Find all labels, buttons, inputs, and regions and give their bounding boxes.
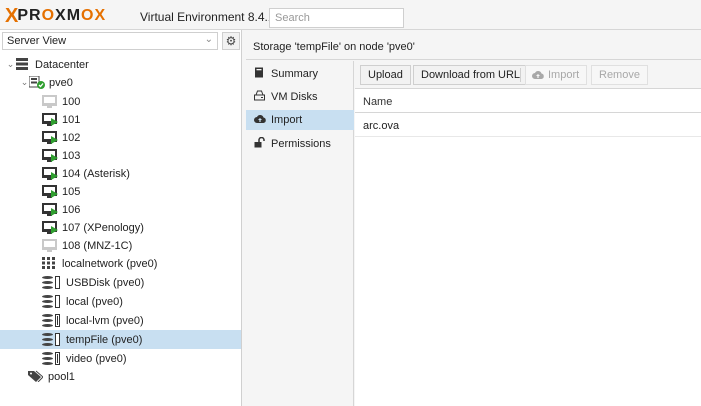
tree-item-label: local-lvm (pve0) (66, 314, 144, 327)
storage-subnav: Summary VM Disks Import Permissions (246, 61, 354, 406)
view-selector-value: Server View (7, 35, 67, 47)
tab-import[interactable]: Import (246, 110, 354, 130)
tree-item-pool1[interactable]: pool1 (0, 367, 241, 386)
tree-item-label: video (pve0) (66, 352, 127, 365)
tree-item-vm-104[interactable]: 104 (Asterisk) (0, 164, 241, 183)
vm-stopped-icon (42, 239, 58, 252)
toolbar-separator (520, 68, 521, 82)
tree-item-label: pool1 (48, 370, 75, 383)
storage-icon (42, 314, 62, 327)
page-title: Storage 'tempFile' on node 'pve0' (246, 30, 701, 60)
vm-running-icon (42, 131, 58, 144)
tree-item-label: 100 (62, 95, 81, 108)
book-icon (254, 67, 271, 81)
tree-item-label: pve0 (49, 76, 73, 89)
tree-item-vm-100[interactable]: 100 (0, 92, 241, 111)
tree-item-datacenter[interactable]: ⌄ Datacenter (0, 55, 241, 74)
tree-item-label: 101 (62, 113, 81, 126)
tree-item-storage-usbdisk[interactable]: USBDisk (pve0) (0, 273, 241, 292)
pool-tag-icon (28, 370, 44, 383)
tab-label: Permissions (271, 138, 331, 150)
storage-icon (42, 333, 62, 346)
storage-icon (42, 295, 62, 308)
tree-item-label: USBDisk (pve0) (66, 276, 145, 289)
import-panel: Upload Download from URL Import Remove N… (355, 61, 701, 406)
tree-item-storage-local[interactable]: local (pve0) (0, 292, 241, 311)
hdd-icon (254, 90, 271, 104)
tree-item-vm-106[interactable]: 106 (0, 200, 241, 219)
tree-item-vm-105[interactable]: 105 (0, 182, 241, 201)
product-version: Virtual Environment 8.4.1 (140, 10, 275, 24)
unlock-icon (254, 136, 271, 151)
tab-label: Summary (271, 68, 319, 80)
tree-item-label: 106 (62, 203, 81, 216)
collapse-icon[interactable]: ⌄ (6, 59, 15, 70)
view-selector[interactable]: Server View ⌄ (2, 32, 218, 50)
tree-item-label: 103 (62, 149, 81, 162)
toolbar: Upload Download from URL Import Remove (355, 61, 701, 89)
proxmox-logo[interactable]: X PROXMOX (5, 4, 105, 27)
logo-x-mark: X (5, 4, 18, 27)
vm-running-icon (42, 221, 58, 234)
tab-label: Import (271, 114, 303, 126)
storage-icon (42, 276, 62, 289)
node-online-icon (28, 75, 45, 89)
column-header-name[interactable]: Name (355, 89, 701, 113)
chevron-down-icon: ⌄ (204, 34, 213, 45)
tree-item-vm-103[interactable]: 103 (0, 146, 241, 165)
cloud-upload-icon (532, 70, 544, 83)
vm-stopped-icon (42, 95, 58, 108)
tree-item-label: 108 (MNZ-1C) (62, 239, 133, 252)
resource-tree-panel: Server View ⌄ ⚙ ⌄ Datacenter ⌄ pve0 100 (0, 30, 242, 406)
tree-item-vm-107[interactable]: 107 (XPenology) (0, 218, 241, 237)
tree-item-label: 107 (XPenology) (62, 221, 144, 234)
storage-icon (42, 352, 62, 365)
import-button[interactable]: Import (525, 65, 588, 85)
search-input[interactable] (269, 8, 404, 28)
tree-item-vm-101[interactable]: 101 (0, 110, 241, 129)
tree-item-label: 102 (62, 131, 81, 144)
tree-item-label: 105 (62, 185, 81, 198)
vm-running-icon (42, 113, 58, 126)
collapse-icon[interactable]: ⌄ (20, 77, 29, 88)
cloud-upload-icon (254, 114, 271, 127)
top-bar: X PROXMOX Virtual Environment 8.4.1 (0, 0, 701, 30)
vm-running-icon (42, 203, 58, 216)
datacenter-icon (15, 58, 31, 71)
logo-wordmark: PROXMOX (17, 7, 105, 24)
gear-icon[interactable]: ⚙ (222, 32, 240, 50)
download-from-url-button[interactable]: Download from URL (413, 65, 529, 85)
tab-permissions[interactable]: Permissions (246, 134, 354, 154)
network-icon (42, 257, 58, 270)
tree-item-label: Datacenter (35, 58, 89, 71)
tree-item-label: 104 (Asterisk) (62, 167, 130, 180)
tree-item-label: local (pve0) (66, 295, 123, 308)
tab-label: VM Disks (271, 91, 318, 103)
vm-running-icon (42, 167, 58, 180)
upload-button[interactable]: Upload (360, 65, 411, 85)
remove-button[interactable]: Remove (591, 65, 648, 85)
tree-item-node-pve0[interactable]: ⌄ pve0 (0, 73, 241, 92)
tree-item-storage-local-lvm[interactable]: local-lvm (pve0) (0, 311, 241, 330)
vm-running-icon (42, 185, 58, 198)
tab-summary[interactable]: Summary (246, 64, 354, 84)
tree-item-vm-102[interactable]: 102 (0, 128, 241, 147)
tree-item-storage-tempfile[interactable]: tempFile (pve0) (0, 330, 241, 349)
tree-item-label: tempFile (pve0) (66, 333, 143, 346)
tab-vm-disks[interactable]: VM Disks (246, 87, 354, 107)
tree-item-label: localnetwork (pve0) (62, 257, 158, 270)
import-button-label: Import (548, 69, 580, 81)
tree-item-storage-video[interactable]: video (pve0) (0, 349, 241, 368)
vm-running-icon (42, 149, 58, 162)
tree-item-vm-108[interactable]: 108 (MNZ-1C) (0, 236, 241, 255)
tree-item-localnetwork[interactable]: localnetwork (pve0) (0, 254, 241, 273)
table-row[interactable]: arc.ova (355, 114, 701, 137)
